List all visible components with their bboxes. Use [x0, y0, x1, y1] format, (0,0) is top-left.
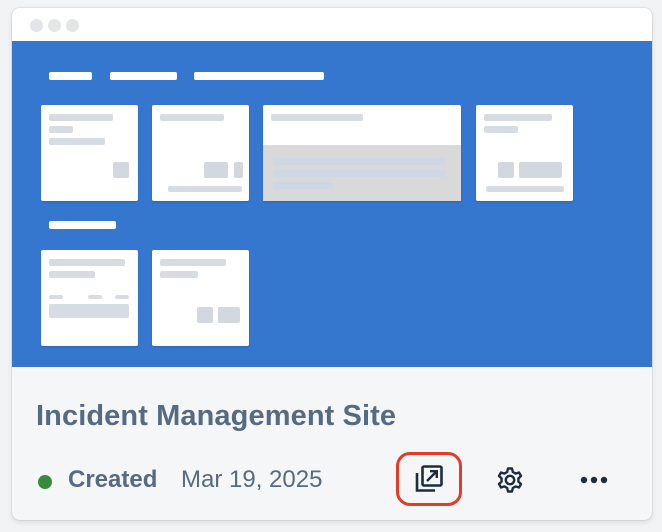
preview-nav-line [49, 72, 92, 80]
preview-tile [152, 105, 249, 201]
browser-chrome-bar [12, 8, 652, 41]
window-dot [66, 19, 79, 32]
status-label: Created [68, 466, 158, 493]
preview-tile [41, 250, 138, 346]
gear-icon [497, 467, 523, 493]
open-in-new-window-icon [415, 465, 443, 492]
preview-nav-line [110, 72, 177, 80]
preview-tile [152, 250, 249, 346]
more-options-icon [580, 476, 608, 484]
window-dot [30, 19, 43, 32]
preview-nav-line [49, 221, 116, 229]
site-card[interactable]: Incident Management Site Created Mar 19,… [12, 8, 652, 520]
preview-tile-wide [263, 105, 461, 201]
created-date: Mar 19, 2025 [181, 466, 323, 493]
window-dot [48, 19, 61, 32]
preview-tile [41, 105, 138, 201]
more-options-button[interactable] [574, 460, 614, 500]
site-title[interactable]: Incident Management Site [36, 400, 396, 433]
open-site-button[interactable] [396, 452, 462, 506]
preview-tile [476, 105, 573, 201]
site-preview-thumbnail[interactable] [12, 41, 652, 367]
status-indicator-dot [38, 475, 52, 489]
preview-nav-line [194, 72, 324, 80]
settings-button[interactable] [490, 460, 530, 500]
